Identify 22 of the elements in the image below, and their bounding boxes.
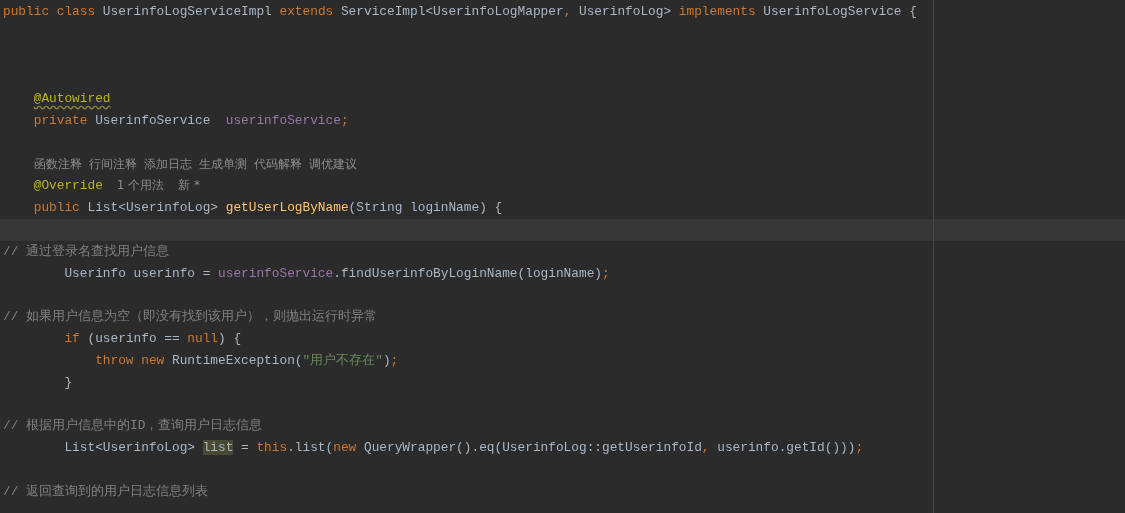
code-line: public class UserinfoLogServiceImpl extends ServiceImpl<UserinfoLogMapper, UserinfoLog> implements UserinfoLogService {: [3, 3, 917, 21]
inlay-action-link[interactable]: 生成单测: [199, 153, 247, 176]
inlay-action-link[interactable]: 行间注释: [89, 153, 137, 176]
code-line: private UserinfoService userinfoService;: [32, 112, 349, 130]
inlay-action-link[interactable]: 添加日志: [144, 153, 192, 176]
code-line: throw new RuntimeException("用户不存在");: [94, 351, 399, 370]
code-comment: // 通过登录名查找用户信息: [3, 242, 170, 261]
inlay-hint: 新 *: [178, 177, 201, 195]
code-line: @Override: [32, 177, 103, 196]
code-line: List<UserinfoLog> list = this.list(new QueryWrapper().eq(UserinfoLog::getUserinfoId, userinfo.getId()));: [63, 438, 864, 457]
inlay-action-link[interactable]: 代码解释: [254, 153, 302, 176]
code-comment: // 返回查询到的用户日志信息列表: [3, 482, 209, 501]
inlay-action-link[interactable]: 调优建议: [309, 153, 357, 176]
code-comment: // 根据用户信息中的ID，查询用户日志信息: [3, 417, 263, 436]
code-line: Userinfo userinfo = userinfoService.findUserinfoByLoginName(loginName);: [63, 264, 610, 283]
inlay-action-link[interactable]: 函数注释: [34, 153, 82, 176]
inlay-hint: 1 个用法: [116, 177, 165, 195]
code-line: }: [63, 373, 73, 392]
code-line: if (userinfo == null) {: [63, 329, 242, 348]
code-line: public List<UserinfoLog> getUserLogByName(String loginName) {: [32, 199, 503, 218]
code-line: @Autowired: [32, 90, 111, 109]
code-comment: // 如果用户信息为空（即没有找到该用户），则抛出运行时异常: [3, 308, 378, 327]
